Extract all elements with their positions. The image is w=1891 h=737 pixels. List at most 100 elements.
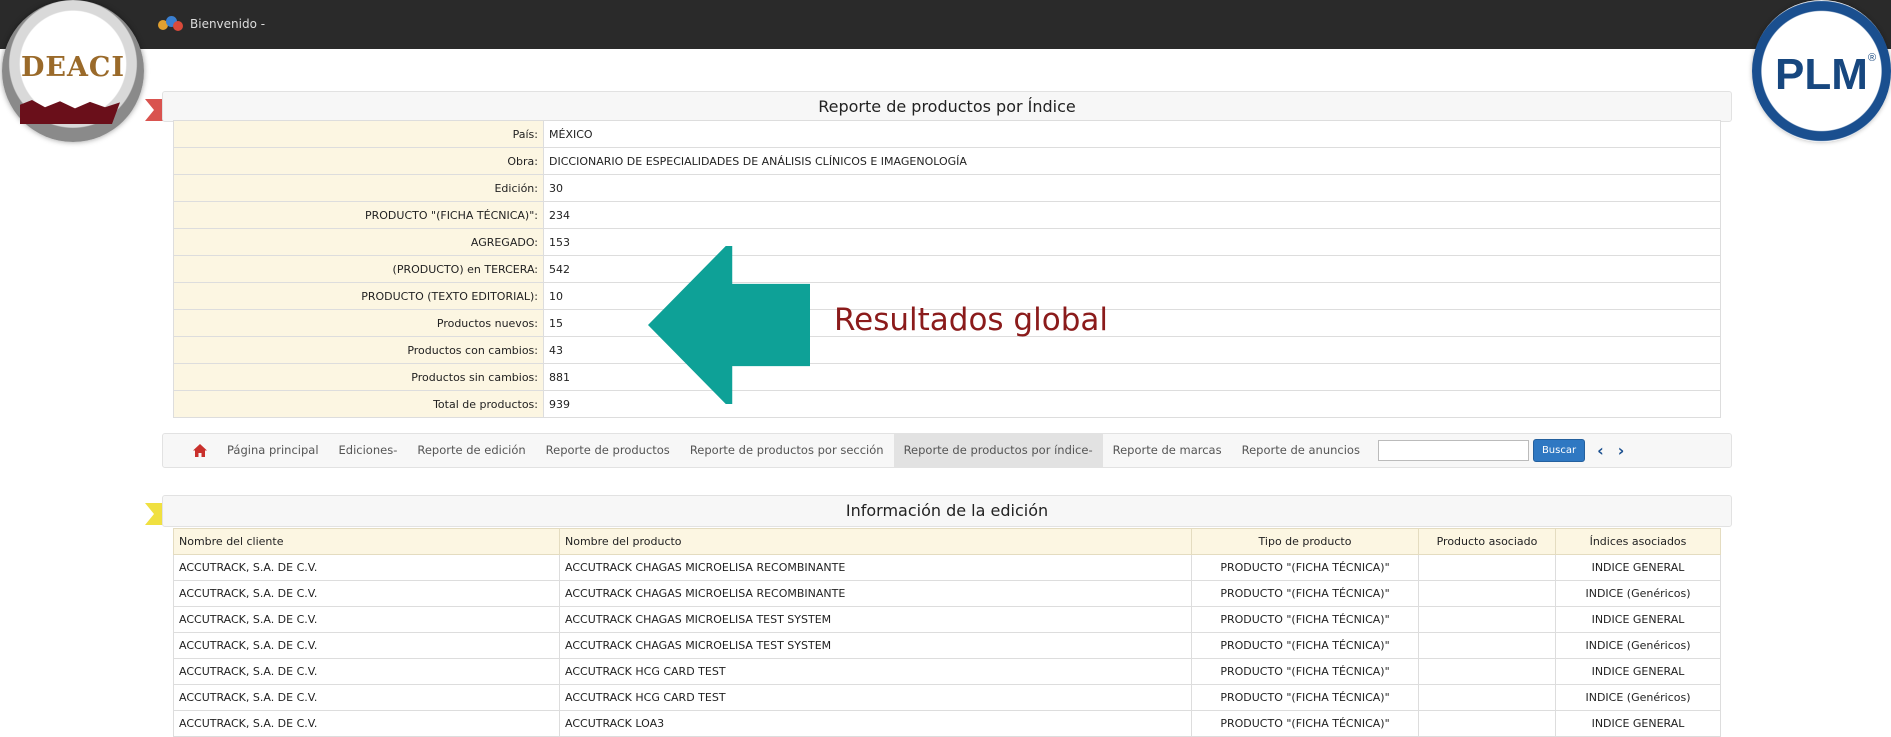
plm-logo-registered: ®: [1868, 52, 1877, 64]
cell-indices: INDICE (Genéricos): [1555, 580, 1721, 607]
cell-indices: INDICE (Genéricos): [1555, 684, 1721, 711]
welcome-menu[interactable]: Bienvenido -: [158, 14, 265, 34]
cell-cliente: ACCUTRACK, S.A. DE C.V.: [173, 658, 560, 685]
nav-item-reporte-productos-seccion[interactable]: Reporte de productos por sección: [680, 434, 894, 467]
welcome-label: Bienvenido -: [190, 17, 266, 31]
cell-indices: INDICE GENERAL: [1555, 658, 1721, 685]
summary-label: AGREGADO:: [173, 228, 544, 256]
summary-label: País:: [173, 120, 544, 148]
summary-row: Total de productos: 939: [173, 390, 1721, 418]
column-header-producto[interactable]: Nombre del producto: [559, 528, 1192, 555]
annotation-label: Resultados global: [834, 302, 1108, 338]
cell-producto: ACCUTRACK LOA3: [559, 710, 1192, 737]
summary-label: Productos sin cambios:: [173, 363, 544, 391]
summary-row: Obra: DICCIONARIO DE ESPECIALIDADES DE AN…: [173, 147, 1721, 175]
summary-panel-header: Reporte de productos por Índice: [162, 91, 1732, 122]
summary-row: (PRODUCTO) en TERCERA: 542: [173, 255, 1721, 283]
cell-cliente: ACCUTRACK, S.A. DE C.V.: [173, 580, 560, 607]
cell-cliente: ACCUTRACK, S.A. DE C.V.: [173, 554, 560, 581]
chevron-left-icon[interactable]: ‹: [1597, 441, 1604, 460]
deaci-logo: DEACI: [2, 0, 144, 142]
table-row[interactable]: ACCUTRACK, S.A. DE C.V. ACCUTRACK CHAGAS …: [173, 606, 1721, 633]
cell-asociado: [1418, 684, 1556, 711]
info-table-header: Nombre del cliente Nombre del producto T…: [173, 528, 1721, 555]
cell-producto: ACCUTRACK CHAGAS MICROELISA RECOMBINANTE: [559, 554, 1192, 581]
chevron-right-icon[interactable]: ›: [1618, 441, 1625, 460]
nav-item-reporte-edicion[interactable]: Reporte de edición: [407, 434, 535, 467]
top-navbar: [0, 0, 1891, 49]
nav-item-reporte-marcas[interactable]: Reporte de marcas: [1103, 434, 1232, 467]
column-header-cliente[interactable]: Nombre del cliente: [173, 528, 560, 555]
cell-cliente: ACCUTRACK, S.A. DE C.V.: [173, 606, 560, 633]
summary-label: Total de productos:: [173, 390, 544, 418]
summary-row: PRODUCTO "(FICHA TÉCNICA)": 234: [173, 201, 1721, 229]
column-header-tipo[interactable]: Tipo de producto: [1191, 528, 1419, 555]
users-icon: [158, 14, 184, 34]
deaci-logo-band: [20, 100, 120, 124]
summary-row: Productos con cambios: 43: [173, 336, 1721, 364]
column-header-indices[interactable]: Índices asociados: [1555, 528, 1721, 555]
summary-label: Productos nuevos:: [173, 309, 544, 337]
search-button[interactable]: Buscar: [1532, 439, 1586, 462]
summary-value: DICCIONARIO DE ESPECIALIDADES DE ANÁLISI…: [543, 147, 1721, 175]
cell-indices: INDICE (Genéricos): [1555, 632, 1721, 659]
cell-cliente: ACCUTRACK, S.A. DE C.V.: [173, 684, 560, 711]
table-row[interactable]: ACCUTRACK, S.A. DE C.V. ACCUTRACK HCG CAR…: [173, 658, 1721, 685]
plm-logo: PLM ®: [1752, 0, 1891, 142]
summary-table: País: MÉXICO Obra: DICCIONARIO DE ESPECIALI…: [173, 120, 1721, 418]
cell-indices: INDICE GENERAL: [1555, 606, 1721, 633]
search-input[interactable]: [1377, 440, 1529, 461]
nav-item-reporte-productos[interactable]: Reporte de productos: [536, 434, 680, 467]
cell-tipo: PRODUCTO "(FICHA TÉCNICA)": [1191, 632, 1419, 659]
cell-asociado: [1418, 554, 1556, 581]
cell-tipo: PRODUCTO "(FICHA TÉCNICA)": [1191, 658, 1419, 685]
table-row[interactable]: ACCUTRACK, S.A. DE C.V. ACCUTRACK LOA3 PRO…: [173, 710, 1721, 737]
summary-row: País: MÉXICO: [173, 120, 1721, 148]
deaci-logo-text: DEACI: [20, 52, 126, 83]
summary-label: PRODUCTO (TEXTO EDITORIAL):: [173, 282, 544, 310]
cell-asociado: [1418, 632, 1556, 659]
cell-tipo: PRODUCTO "(FICHA TÉCNICA)": [1191, 684, 1419, 711]
summary-value: 234: [543, 201, 1721, 229]
cell-producto: ACCUTRACK CHAGAS MICROELISA TEST SYSTEM: [559, 606, 1192, 633]
cell-indices: INDICE GENERAL: [1555, 710, 1721, 737]
summary-row: Edición: 30: [173, 174, 1721, 202]
summary-row: Productos sin cambios: 881: [173, 363, 1721, 391]
summary-label: (PRODUCTO) en TERCERA:: [173, 255, 544, 283]
nav-item-ediciones[interactable]: Ediciones-: [329, 434, 408, 467]
cell-asociado: [1418, 710, 1556, 737]
cell-producto: ACCUTRACK CHAGAS MICROELISA RECOMBINANTE: [559, 580, 1192, 607]
table-row[interactable]: ACCUTRACK, S.A. DE C.V. ACCUTRACK CHAGAS …: [173, 554, 1721, 581]
cell-asociado: [1418, 580, 1556, 607]
cell-cliente: ACCUTRACK, S.A. DE C.V.: [173, 632, 560, 659]
cell-asociado: [1418, 606, 1556, 633]
summary-value: 153: [543, 228, 1721, 256]
home-icon[interactable]: [193, 444, 207, 457]
column-header-asociado[interactable]: Producto asociado: [1418, 528, 1556, 555]
summary-row: AGREGADO: 153: [173, 228, 1721, 256]
cell-producto: ACCUTRACK CHAGAS MICROELISA TEST SYSTEM: [559, 632, 1192, 659]
info-title: Información de la edición: [845, 501, 1049, 520]
table-row[interactable]: ACCUTRACK, S.A. DE C.V. ACCUTRACK HCG CAR…: [173, 684, 1721, 711]
cell-indices: INDICE GENERAL: [1555, 554, 1721, 581]
nav-item-reporte-productos-indice[interactable]: Reporte de productos por índice-: [893, 434, 1103, 467]
nav-item-pagina-principal[interactable]: Página principal: [217, 434, 329, 467]
cell-tipo: PRODUCTO "(FICHA TÉCNICA)": [1191, 606, 1419, 633]
summary-label: Obra:: [173, 147, 544, 175]
nav-item-reporte-anuncios[interactable]: Reporte de anuncios: [1232, 434, 1370, 467]
cell-producto: ACCUTRACK HCG CARD TEST: [559, 658, 1192, 685]
cell-tipo: PRODUCTO "(FICHA TÉCNICA)": [1191, 580, 1419, 607]
main-nav: Página principal Ediciones- Reporte de e…: [162, 433, 1732, 468]
summary-label: Productos con cambios:: [173, 336, 544, 364]
summary-label: Edición:: [173, 174, 544, 202]
cell-cliente: ACCUTRACK, S.A. DE C.V.: [173, 710, 560, 737]
table-row[interactable]: ACCUTRACK, S.A. DE C.V. ACCUTRACK CHAGAS …: [173, 580, 1721, 607]
cell-asociado: [1418, 658, 1556, 685]
info-panel-header: Información de la edición: [162, 495, 1732, 527]
summary-label: PRODUCTO "(FICHA TÉCNICA)":: [173, 201, 544, 229]
cell-producto: ACCUTRACK HCG CARD TEST: [559, 684, 1192, 711]
table-row[interactable]: ACCUTRACK, S.A. DE C.V. ACCUTRACK CHAGAS …: [173, 632, 1721, 659]
info-table: Nombre del cliente Nombre del producto T…: [173, 528, 1721, 737]
cell-tipo: PRODUCTO "(FICHA TÉCNICA)": [1191, 710, 1419, 737]
summary-value: 30: [543, 174, 1721, 202]
